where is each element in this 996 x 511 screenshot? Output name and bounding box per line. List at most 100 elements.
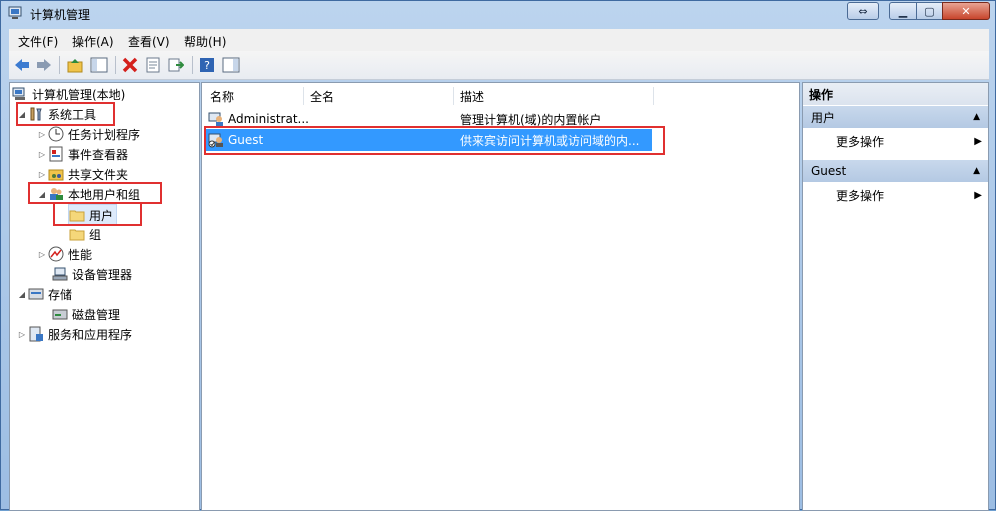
event-viewer-icon xyxy=(49,146,63,162)
export-icon xyxy=(168,58,184,72)
computer-management-window: 计算机管理 ⇔ ▁ ▢ ✕ 文件(F) 操作(A) 查看(V) 帮助(H) ? … xyxy=(0,0,996,511)
storage-icon xyxy=(28,288,44,300)
show-hide-tree-button[interactable] xyxy=(89,55,109,75)
expand-icon[interactable]: ▷ xyxy=(16,330,28,339)
svg-text:?: ? xyxy=(204,59,210,72)
resize-button[interactable]: ⇔ xyxy=(847,2,879,20)
forward-arrow-icon xyxy=(37,59,51,71)
toolbar-separator xyxy=(115,56,116,74)
tree-item-disk-management[interactable]: 磁盘管理 xyxy=(52,304,120,324)
tree-item-task-scheduler[interactable]: ▷ 任务计划程序 xyxy=(36,124,140,144)
minimize-icon: ▁ xyxy=(898,4,908,18)
show-action-pane-button[interactable] xyxy=(221,55,241,75)
cell-name: Administrat... xyxy=(228,112,309,126)
menu-file[interactable]: 文件(F) xyxy=(18,33,58,50)
submenu-arrow-icon: ▶ xyxy=(974,135,982,147)
highlight-box xyxy=(53,202,142,226)
menu-view[interactable]: 查看(V) xyxy=(128,33,170,50)
up-folder-button[interactable] xyxy=(65,55,85,75)
column-header-description[interactable]: 描述 xyxy=(460,85,484,107)
collapse-up-icon[interactable]: ▲ xyxy=(973,166,980,176)
toolbar-separator xyxy=(59,56,60,74)
action-pane-title: 操作 xyxy=(803,83,988,105)
tree-item-device-manager[interactable]: 设备管理器 xyxy=(52,264,132,284)
tree-label: 设备管理器 xyxy=(72,267,133,282)
forward-button[interactable] xyxy=(34,55,54,75)
tree-item-shared-folders[interactable]: ▷ 共享文件夹 xyxy=(36,164,128,184)
action-pane: 操作 用户 ▲ 更多操作 ▶ Guest ▲ 更多操作 ▶ xyxy=(802,82,989,511)
back-button[interactable] xyxy=(12,55,32,75)
expand-icon[interactable]: ▷ xyxy=(36,250,48,259)
minimize-button[interactable]: ▁ xyxy=(889,2,917,20)
cell-description: 管理计算机(域)的内置帐户 xyxy=(460,112,602,127)
console-tree: 计算机管理(本地) ◢ 系统工具 ▷ 任务计划程序 ▷ 事件查看器 ▷ 共享文件… xyxy=(9,82,200,511)
collapse-up-icon[interactable]: ▲ xyxy=(973,112,980,122)
action-section-users[interactable]: 用户 ▲ xyxy=(803,106,988,128)
column-header-fullname[interactable]: 全名 xyxy=(310,85,334,107)
properties-icon xyxy=(146,57,160,73)
close-button[interactable]: ✕ xyxy=(942,2,990,20)
tree-label: 计算机管理(本地) xyxy=(32,87,126,102)
tree-item-performance[interactable]: ▷ 性能 xyxy=(36,244,92,264)
up-folder-icon xyxy=(67,59,83,73)
menu-action[interactable]: 操作(A) xyxy=(72,33,114,50)
section-header: 用户 xyxy=(811,110,836,125)
menu-bar: 文件(F) 操作(A) 查看(V) 帮助(H) xyxy=(9,29,989,51)
delete-button[interactable] xyxy=(120,55,140,75)
tree-item-storage[interactable]: ◢ 存储 xyxy=(16,284,72,304)
more-actions-guest[interactable]: 更多操作 ▶ xyxy=(836,185,988,205)
help-icon: ? xyxy=(200,58,214,72)
console-tree-icon xyxy=(90,57,108,73)
highlight-box xyxy=(204,126,665,155)
action-label: 更多操作 xyxy=(836,134,885,149)
expand-icon[interactable]: ▷ xyxy=(36,130,48,139)
title-bar: 计算机管理 ⇔ ▁ ▢ ✕ xyxy=(1,1,995,27)
user-list-pane: 名称 全名 描述 Administrat... 管理计算机(域)的内置帐户 Gu… xyxy=(201,82,800,511)
services-icon xyxy=(29,326,43,342)
highlight-box xyxy=(16,102,115,126)
column-divider[interactable] xyxy=(303,87,304,105)
close-icon: ✕ xyxy=(961,4,971,18)
highlight-box xyxy=(28,182,162,204)
tree-item-event-viewer[interactable]: ▷ 事件查看器 xyxy=(36,144,128,164)
device-manager-icon xyxy=(52,267,68,281)
clock-icon xyxy=(48,126,64,142)
user-icon xyxy=(208,112,223,126)
column-divider[interactable] xyxy=(653,87,654,105)
collapse-icon[interactable]: ◢ xyxy=(16,290,28,299)
submenu-arrow-icon: ▶ xyxy=(974,189,982,201)
tree-label: 任务计划程序 xyxy=(68,127,141,142)
tree-item-groups[interactable]: 组 xyxy=(69,224,101,244)
computer-mgmt-icon xyxy=(12,87,25,100)
export-list-button[interactable] xyxy=(166,55,186,75)
maximize-icon: ▢ xyxy=(924,4,935,18)
computer-mgmt-icon xyxy=(8,6,22,19)
disk-icon xyxy=(52,309,68,320)
expand-icon[interactable]: ▷ xyxy=(36,170,48,179)
properties-button[interactable] xyxy=(143,55,163,75)
tree-label: 事件查看器 xyxy=(68,147,129,162)
column-divider[interactable] xyxy=(453,87,454,105)
tree-label: 性能 xyxy=(68,247,93,262)
menu-help[interactable]: 帮助(H) xyxy=(184,33,226,50)
section-header: Guest xyxy=(811,164,847,178)
shared-folder-icon xyxy=(48,169,64,181)
action-section-guest[interactable]: Guest ▲ xyxy=(803,160,988,182)
tree-item-computer-management[interactable]: 计算机管理(本地) xyxy=(12,84,125,104)
action-pane-icon xyxy=(222,57,240,73)
tree-label: 共享文件夹 xyxy=(68,167,129,182)
help-button[interactable]: ? xyxy=(197,55,217,75)
performance-icon xyxy=(48,246,64,262)
tree-label: 磁盘管理 xyxy=(72,307,121,322)
more-actions-users[interactable]: 更多操作 ▶ xyxy=(836,131,988,151)
tree-item-services-apps[interactable]: ▷ 服务和应用程序 xyxy=(16,324,132,344)
delete-x-icon xyxy=(122,57,138,73)
back-arrow-icon xyxy=(15,59,29,71)
tree-label: 存储 xyxy=(48,287,73,302)
window-title: 计算机管理 xyxy=(30,8,91,22)
tree-label: 组 xyxy=(89,227,102,242)
maximize-button[interactable]: ▢ xyxy=(916,2,943,20)
folder-icon xyxy=(69,229,85,241)
column-header-name[interactable]: 名称 xyxy=(210,85,234,107)
expand-icon[interactable]: ▷ xyxy=(36,150,48,159)
